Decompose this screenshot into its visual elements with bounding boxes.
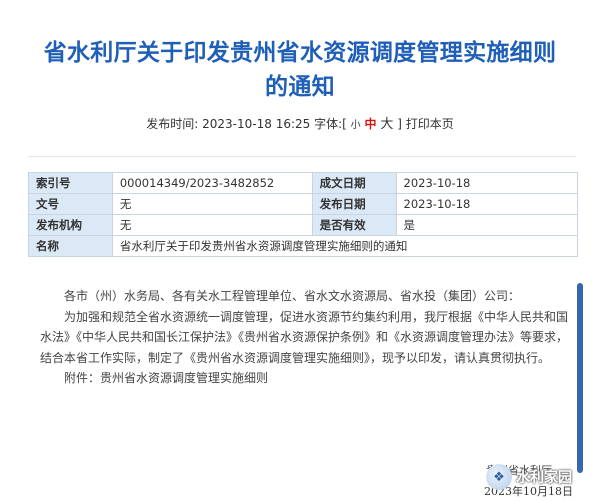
salutation: 各市（州）水务局、各有关水工程管理单位、省水文水资源局、省水投（集团）公司：: [64, 289, 521, 303]
font-medium-button[interactable]: 中: [365, 117, 377, 131]
attachment-link[interactable]: 附件：贵州省水资源调度管理实施细则: [40, 368, 568, 389]
publish-time: 2023-10-18 16:25: [202, 117, 311, 131]
article-meta: 发布时间: 2023-10-18 16:25 字体:[ 小 中 大 ] 打印本页: [0, 113, 600, 132]
index-label: 索引号: [28, 172, 113, 194]
print-button[interactable]: 打印本页: [406, 117, 454, 131]
font-size-close: ]: [397, 117, 402, 131]
table-row: 发布机构 无 是否有效 是: [28, 214, 579, 236]
font-small-button[interactable]: 小: [351, 120, 361, 131]
validity-value: 是: [395, 214, 579, 236]
publish-date-label: 发布日期: [311, 193, 397, 215]
font-large-button[interactable]: 大: [380, 117, 393, 132]
info-table: 索引号 000014349/2023-3482852 成文日期 2023-10-…: [28, 172, 579, 257]
created-date-value: 2023-10-18: [395, 172, 579, 194]
issuer-value: 无: [111, 214, 313, 236]
watermark-text: 水利家园: [516, 470, 572, 486]
publish-label: 发布时间:: [146, 117, 199, 131]
doc-number-value: 无: [111, 193, 313, 215]
watermark: ❖ 水利家园: [486, 462, 598, 492]
created-date-label: 成文日期: [311, 172, 397, 194]
title-line-1: 省水利厅关于印发贵州省水资源调度管理实施细则: [43, 40, 557, 66]
table-row: 名称 省水利厅关于印发贵州省水资源调度管理实施细则的通知: [28, 235, 579, 257]
scrollbar-thumb[interactable]: [577, 283, 583, 473]
publish-date-value: 2023-10-18: [395, 193, 579, 215]
validity-label: 是否有效: [311, 214, 397, 236]
table-row: 索引号 000014349/2023-3482852 成文日期 2023-10-…: [28, 172, 579, 194]
title-line-2: 的通知: [265, 74, 335, 100]
issuer-label: 发布机构: [28, 214, 113, 236]
name-value: 省水利厅关于印发贵州省水资源调度管理实施细则的通知: [111, 235, 579, 257]
name-label: 名称: [28, 235, 113, 257]
body-paragraph: 为加强和规范全省水资源统一调度管理，促进水资源节约集约利用，我厅根据《中华人民共…: [40, 309, 569, 365]
table-row: 文号 无 发布日期 2023-10-18: [28, 193, 579, 215]
page-title: 省水利厅关于印发贵州省水资源调度管理实施细则 的通知: [20, 36, 580, 104]
divider: [28, 156, 576, 157]
font-size-label: 字体:[: [314, 117, 347, 131]
doc-number-label: 文号: [28, 193, 113, 215]
index-value: 000014349/2023-3482852: [111, 172, 313, 194]
wechat-logo-icon: ❖: [486, 464, 512, 490]
article-body: 各市（州）水务局、各有关水工程管理单位、省水文水资源局、省水投（集团）公司： 为…: [40, 286, 568, 389]
